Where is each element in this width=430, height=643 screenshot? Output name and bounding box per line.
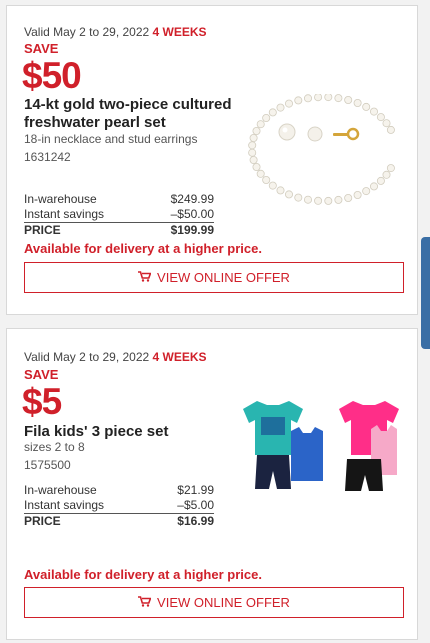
necklace-pearl: [353, 99, 362, 107]
necklace-pearl: [276, 186, 285, 195]
necklace-pearl: [304, 94, 313, 103]
price-row-total: PRICE $16.99: [24, 514, 214, 529]
necklace-pearl: [376, 176, 385, 185]
necklace-pearl: [262, 176, 271, 185]
necklace-pearl: [324, 94, 333, 102]
necklace-pearl: [369, 182, 378, 191]
save-amount: $50: [22, 55, 82, 96]
product-title: Fila kids' 3 piece set: [24, 423, 169, 440]
delivery-note: Available for delivery at a higher price…: [24, 241, 262, 256]
necklace-pearl: [369, 107, 378, 116]
necklace-pearl: [386, 125, 395, 134]
pearl-set-image: [248, 94, 395, 205]
price-row-in-warehouse: In-warehouse $21.99: [24, 483, 214, 498]
product-title: 14-kt gold two-piece cultured freshwater…: [24, 96, 232, 131]
necklace-pearl: [386, 164, 395, 173]
necklace-pearl: [344, 194, 353, 203]
save-label: SAVE: [24, 367, 59, 382]
delivery-note: Available for delivery at a higher price…: [24, 567, 262, 582]
price-value: $21.99: [177, 483, 214, 497]
necklace-pearl: [256, 120, 265, 129]
price-label: Instant savings: [24, 207, 105, 221]
necklace-pearl: [382, 170, 391, 179]
necklace-pearl: [334, 94, 343, 103]
view-online-offer-button[interactable]: VIEW ONLINE OFFER: [24, 262, 404, 293]
price-value: $16.99: [177, 514, 214, 528]
price-value: –$50.00: [170, 207, 214, 221]
validity-text: Valid May 2 to 29, 2022 4 WEEKS: [24, 25, 207, 39]
blue-tank-top: [291, 427, 323, 481]
necklace-pearl: [285, 99, 294, 108]
necklace-pearl: [276, 103, 285, 112]
save-amount: $5: [22, 381, 62, 422]
pearl-highlight: [282, 127, 288, 133]
price-label: PRICE: [24, 223, 61, 237]
view-online-offer-button[interactable]: VIEW ONLINE OFFER: [24, 587, 404, 618]
validity-dates: Valid May 2 to 29, 2022: [24, 350, 150, 364]
price-label: PRICE: [24, 514, 61, 528]
side-feedback-tab[interactable]: [421, 237, 430, 349]
validity-text: Valid May 2 to 29, 2022 4 WEEKS: [24, 350, 207, 364]
price-table: In-warehouse $21.99 Instant savings –$5.…: [24, 483, 214, 529]
necklace-pearl: [382, 119, 391, 128]
offer-card: Valid May 2 to 29, 2022 4 WEEKS SAVE $5 …: [6, 328, 418, 640]
item-number: 1575500: [24, 458, 71, 472]
price-row-total: PRICE $199.99: [24, 223, 214, 238]
product-description: 18-in necklace and stud earrings: [24, 132, 198, 146]
shopping-cart-icon: [138, 595, 152, 610]
necklace-pearl: [344, 96, 353, 104]
necklace-pearl: [249, 134, 258, 143]
necklace-pearl: [353, 191, 362, 200]
necklace-pearl: [334, 195, 343, 204]
necklace-pearl: [256, 169, 265, 178]
offer-card: Valid May 2 to 29, 2022 4 WEEKS SAVE $50…: [6, 5, 418, 315]
kids-clothing-set-image: [243, 401, 399, 491]
price-row-instant-savings: Instant savings –$5.00: [24, 498, 214, 514]
necklace-pearl: [262, 113, 271, 122]
pearl-necklace: [248, 94, 395, 205]
necklace-pearl: [248, 141, 257, 150]
necklace-pearl: [268, 108, 277, 117]
necklace-pearl: [304, 195, 313, 204]
necklace-pearl: [362, 187, 371, 196]
necklace-pearl: [376, 113, 385, 122]
earring-post: [333, 133, 349, 136]
necklace-pearl: [294, 193, 303, 202]
necklace-pearl: [252, 163, 261, 172]
necklace-pearl: [249, 156, 258, 165]
earring-back: [346, 127, 360, 141]
price-row-in-warehouse: In-warehouse $249.99: [24, 192, 214, 207]
pearl-earring: [307, 126, 323, 142]
price-label: In-warehouse: [24, 192, 97, 206]
necklace-pearl: [324, 196, 333, 205]
necklace-pearl: [294, 96, 303, 105]
necklace-pearl: [285, 190, 294, 199]
necklace-pearl: [314, 94, 323, 102]
necklace-pearl: [268, 181, 277, 190]
shopping-cart-icon: [138, 270, 152, 285]
pearl-earring: [278, 123, 296, 141]
price-table: In-warehouse $249.99 Instant savings –$5…: [24, 192, 214, 238]
product-description: sizes 2 to 8: [24, 440, 85, 454]
button-label: VIEW ONLINE OFFER: [157, 595, 290, 610]
black-shorts: [345, 459, 383, 491]
price-value: $249.99: [170, 192, 214, 206]
necklace-pearl: [314, 196, 323, 205]
necklace-pearl: [252, 127, 261, 136]
validity-weeks: 4 WEEKS: [152, 25, 207, 39]
price-value: $199.99: [170, 223, 214, 237]
necklace-pearl: [362, 102, 371, 111]
navy-shorts: [255, 455, 291, 489]
price-label: Instant savings: [24, 498, 105, 512]
button-label: VIEW ONLINE OFFER: [157, 270, 290, 285]
validity-dates: Valid May 2 to 29, 2022: [24, 25, 150, 39]
tshirt-graphic: [261, 417, 285, 435]
save-label: SAVE: [24, 41, 59, 56]
necklace-pearl: [248, 148, 257, 157]
price-label: In-warehouse: [24, 483, 97, 497]
price-value: –$5.00: [177, 498, 214, 512]
price-row-instant-savings: Instant savings –$50.00: [24, 207, 214, 223]
validity-weeks: 4 WEEKS: [152, 350, 207, 364]
item-number: 1631242: [24, 150, 71, 164]
